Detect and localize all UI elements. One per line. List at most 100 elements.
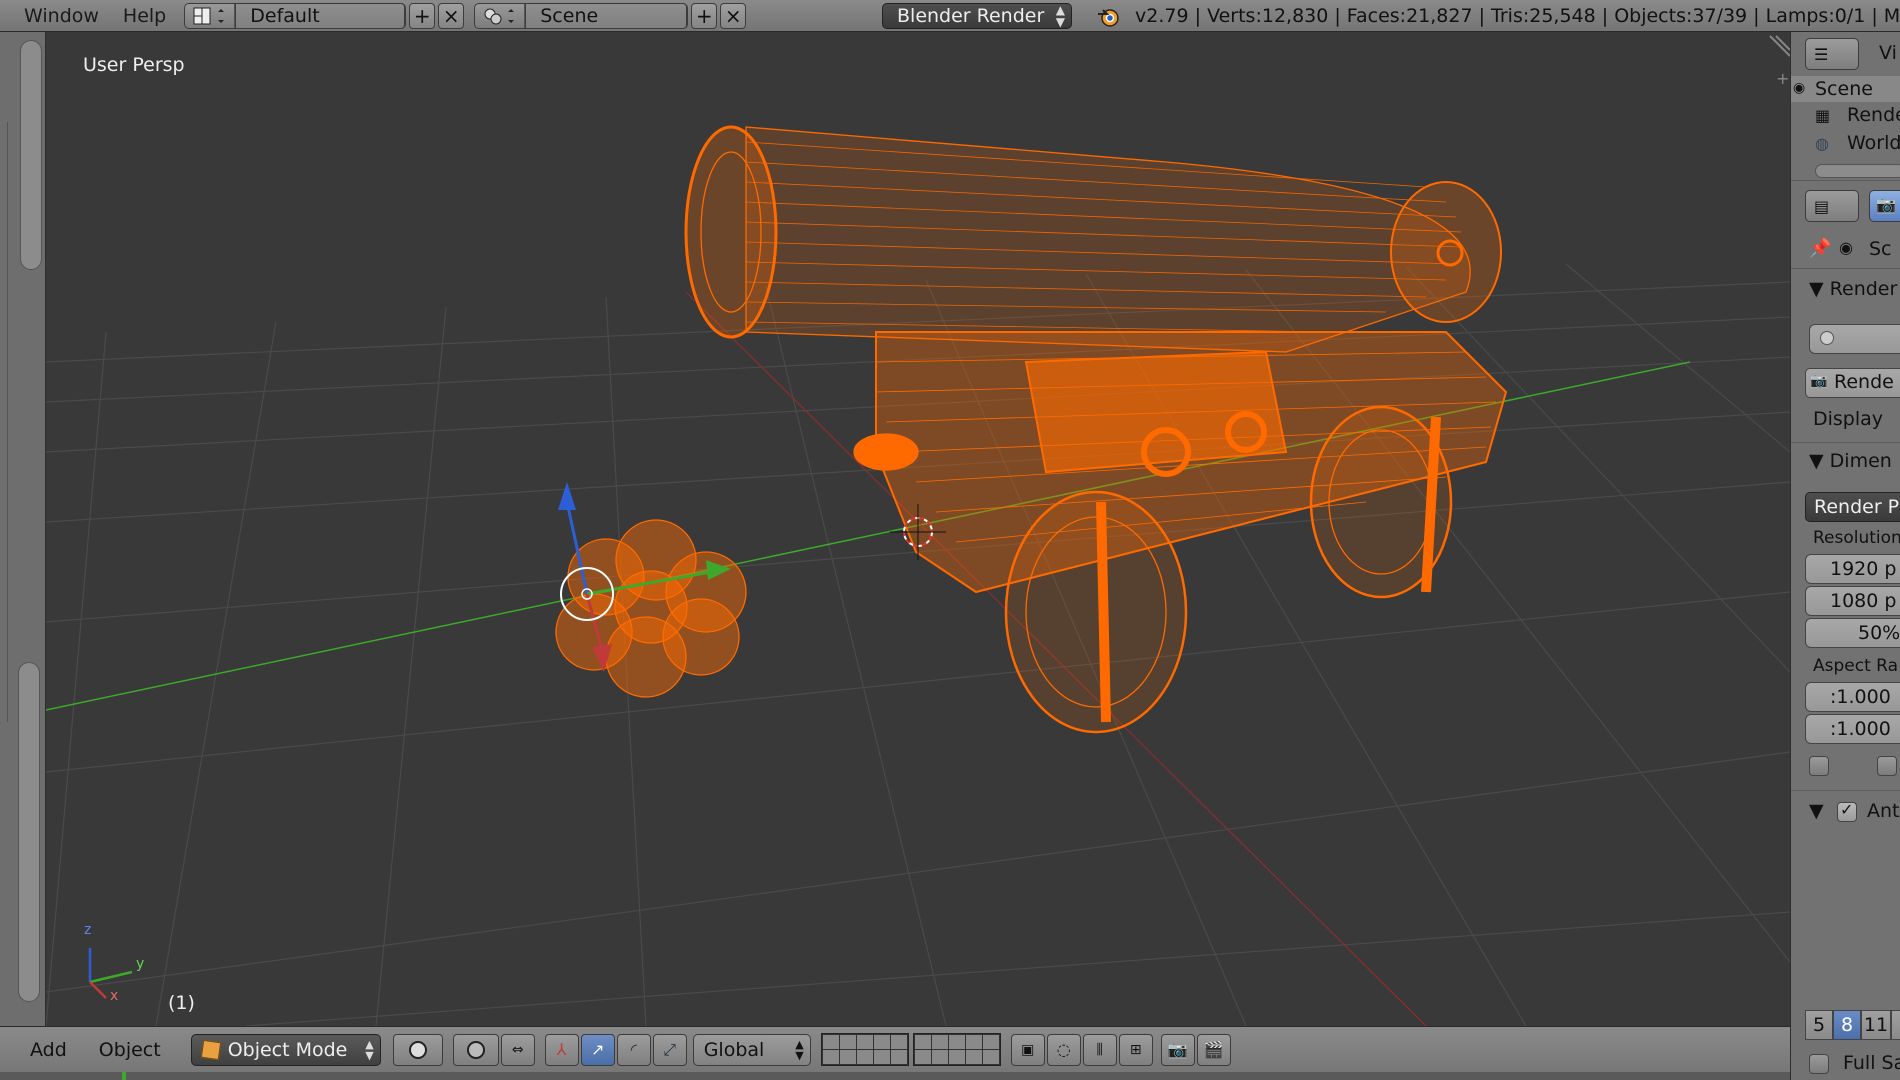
cannon-mesh[interactable] [684, 125, 1508, 734]
aa-samples-16[interactable]: 1 [1891, 1010, 1900, 1040]
properties-editor: ☰ Vi ◉ Scene ▦ Rende ◍ World ▤ 📷 📌 ◉ Sc … [1790, 32, 1900, 1080]
scene-icon: ◉ [1793, 80, 1806, 96]
manipulator-toggle-button[interactable]: ⅄ [544, 1033, 579, 1066]
dimensions-panel-title: Dimen [1829, 450, 1892, 472]
screen-layout-selector[interactable]: Default [184, 2, 407, 29]
world-icon: ◍ [1815, 134, 1829, 153]
translate-manipulator-button[interactable]: ↗ [580, 1033, 615, 1066]
resolution-x-field[interactable]: 1920 p [1805, 554, 1900, 584]
scene-name-field[interactable]: Scene [525, 2, 688, 29]
crop-checkbox[interactable] [1877, 756, 1897, 776]
full-sample-checkbox[interactable] [1809, 1054, 1829, 1074]
outliner-scrollbar[interactable] [1815, 164, 1900, 178]
region-expand-icon[interactable] [1769, 35, 1790, 57]
aa-samples-5[interactable]: 5 [1805, 1010, 1833, 1040]
layout-name-field[interactable]: Default [235, 2, 406, 29]
resolution-percentage-field[interactable]: 50% [1805, 618, 1900, 648]
render-opengl-button[interactable]: 📷 [1160, 1033, 1195, 1066]
tool-shelf-scrollbar[interactable] [20, 40, 42, 270]
layers-grid-right[interactable] [912, 1033, 1001, 1066]
render-engine-dropdown[interactable]: Blender Render ▲ ▼ [882, 3, 1072, 29]
snap-align-button[interactable]: ⇔ [500, 1033, 535, 1066]
scene-icon: ◉ [1839, 238, 1853, 257]
pivot-icon [466, 1040, 485, 1059]
resolution-label: Resolution [1813, 528, 1900, 548]
pin-icon[interactable]: 📌 [1809, 238, 1831, 259]
render-slot-field[interactable] [1809, 324, 1900, 354]
stats-text: v2.79 | Verts:12,830 | Faces:21,827 | Tr… [1135, 5, 1900, 27]
scale-manipulator-button[interactable]: ⤢ [652, 1033, 687, 1066]
render-layers-icon: ▦ [1815, 106, 1831, 125]
lock-camera-button[interactable]: ▣ [1010, 1033, 1045, 1066]
plus-icon: + [695, 3, 713, 28]
current-frame-label: (1) [168, 992, 195, 1014]
dimensions-panel-header[interactable]: ▼ Dimen [1809, 450, 1892, 472]
layers-grid-left[interactable] [820, 1033, 909, 1066]
tool-shelf-scrollbar-lower[interactable] [18, 662, 40, 1002]
view-name-label: User Persp [83, 54, 185, 76]
tab-strip[interactable] [0, 122, 8, 722]
outliner-item-scene: Scene [1815, 78, 1873, 100]
scene-selector[interactable]: Scene [474, 2, 689, 29]
outliner-item-world[interactable]: World [1847, 132, 1900, 154]
proportional-edit-button[interactable]: ◌ [1046, 1033, 1081, 1066]
full-sample-label: Full Sa [1843, 1052, 1900, 1074]
render-tab-button[interactable]: 📷 [1869, 190, 1900, 222]
outliner-scene-row[interactable]: ◉ Scene [1791, 76, 1900, 102]
menu-window[interactable]: Window [0, 0, 111, 32]
add-scene-button[interactable]: + [691, 2, 718, 29]
border-checkbox[interactable] [1809, 756, 1829, 776]
properties-editor-type-button[interactable]: ▤ [1805, 190, 1859, 222]
layout-icon[interactable] [185, 3, 236, 28]
menu-add[interactable]: Add [0, 1039, 83, 1061]
camera-icon: 📷 [1810, 373, 1828, 389]
menu-object[interactable]: Object [83, 1039, 177, 1061]
delete-scene-button[interactable]: × [720, 2, 747, 29]
viewport-canvas[interactable]: + [46, 32, 1790, 1026]
antialiasing-checkbox[interactable]: ✓ [1837, 800, 1857, 822]
menu-help[interactable]: Help [111, 0, 178, 32]
snap-element-button[interactable]: ⫼ [1082, 1033, 1117, 1066]
tool-shelf-strip[interactable] [0, 32, 46, 1026]
add-layout-button[interactable]: + [409, 2, 436, 29]
display-label: Display [1813, 408, 1884, 430]
aa-samples-8[interactable]: 8 [1833, 1010, 1861, 1040]
render-presets-dropdown[interactable]: Render Pr [1805, 492, 1900, 522]
render-animation-button[interactable]: 🎬 [1196, 1033, 1231, 1066]
close-icon: × [724, 3, 742, 28]
cannonball-mesh[interactable] [555, 519, 747, 698]
render-button-label: Rende [1834, 371, 1894, 393]
scale-icon: ⤢ [663, 1039, 677, 1059]
3d-viewport[interactable]: + User Persp (1) z y x [46, 32, 1790, 1026]
render-image-button[interactable]: 📷 Rende [1805, 368, 1900, 398]
render-panel-header[interactable]: ▼ Render [1809, 278, 1897, 300]
aspect-x-field[interactable]: :1.000 [1805, 682, 1900, 712]
render-engine-label: Blender Render [897, 5, 1045, 27]
aspect-y-field[interactable]: :1.000 [1805, 714, 1900, 744]
aa-samples-11[interactable]: 11 [1861, 1010, 1891, 1040]
scene-icon[interactable] [475, 3, 526, 28]
info-header: Window Help Default + × Scene + × Blende… [0, 0, 1900, 32]
scene-statistics: v2.79 | Verts:12,830 | Faces:21,827 | Tr… [1095, 0, 1900, 32]
viewport-shading-button[interactable] [392, 1033, 443, 1066]
arrows-icon: ⇔ [511, 1041, 524, 1058]
timeline-strip [0, 1072, 1900, 1080]
axes-icon: ⅄ [556, 1040, 567, 1059]
resolution-y-field[interactable]: 1080 p [1805, 586, 1900, 616]
rotate-manipulator-button[interactable]: ◜ [616, 1033, 651, 1066]
sphere-icon [408, 1040, 427, 1059]
outliner-editor-type-button[interactable]: ☰ [1805, 38, 1859, 70]
delete-layout-button[interactable]: × [438, 2, 465, 29]
mode-selector[interactable]: Object Mode ▲ ▼ [190, 1033, 381, 1066]
outliner-view-menu[interactable]: Vi [1879, 42, 1897, 64]
context-breadcrumb: Sc [1869, 238, 1892, 260]
snap-target-button[interactable]: ⊞ [1118, 1033, 1153, 1066]
magnet-icon: ◌ [1056, 1040, 1071, 1059]
outliner-item-render[interactable]: Rende [1847, 104, 1900, 126]
render-panel-title: Render [1829, 278, 1898, 300]
transform-orientation-dropdown[interactable]: Global ▲ ▼ [692, 1033, 811, 1066]
antialiasing-panel-header[interactable]: ▼ [1809, 800, 1824, 822]
pivot-point-button[interactable] [452, 1033, 499, 1066]
properties-toggle-icon[interactable]: + [1776, 69, 1789, 88]
grid-snap-icon: ⊞ [1129, 1041, 1142, 1058]
